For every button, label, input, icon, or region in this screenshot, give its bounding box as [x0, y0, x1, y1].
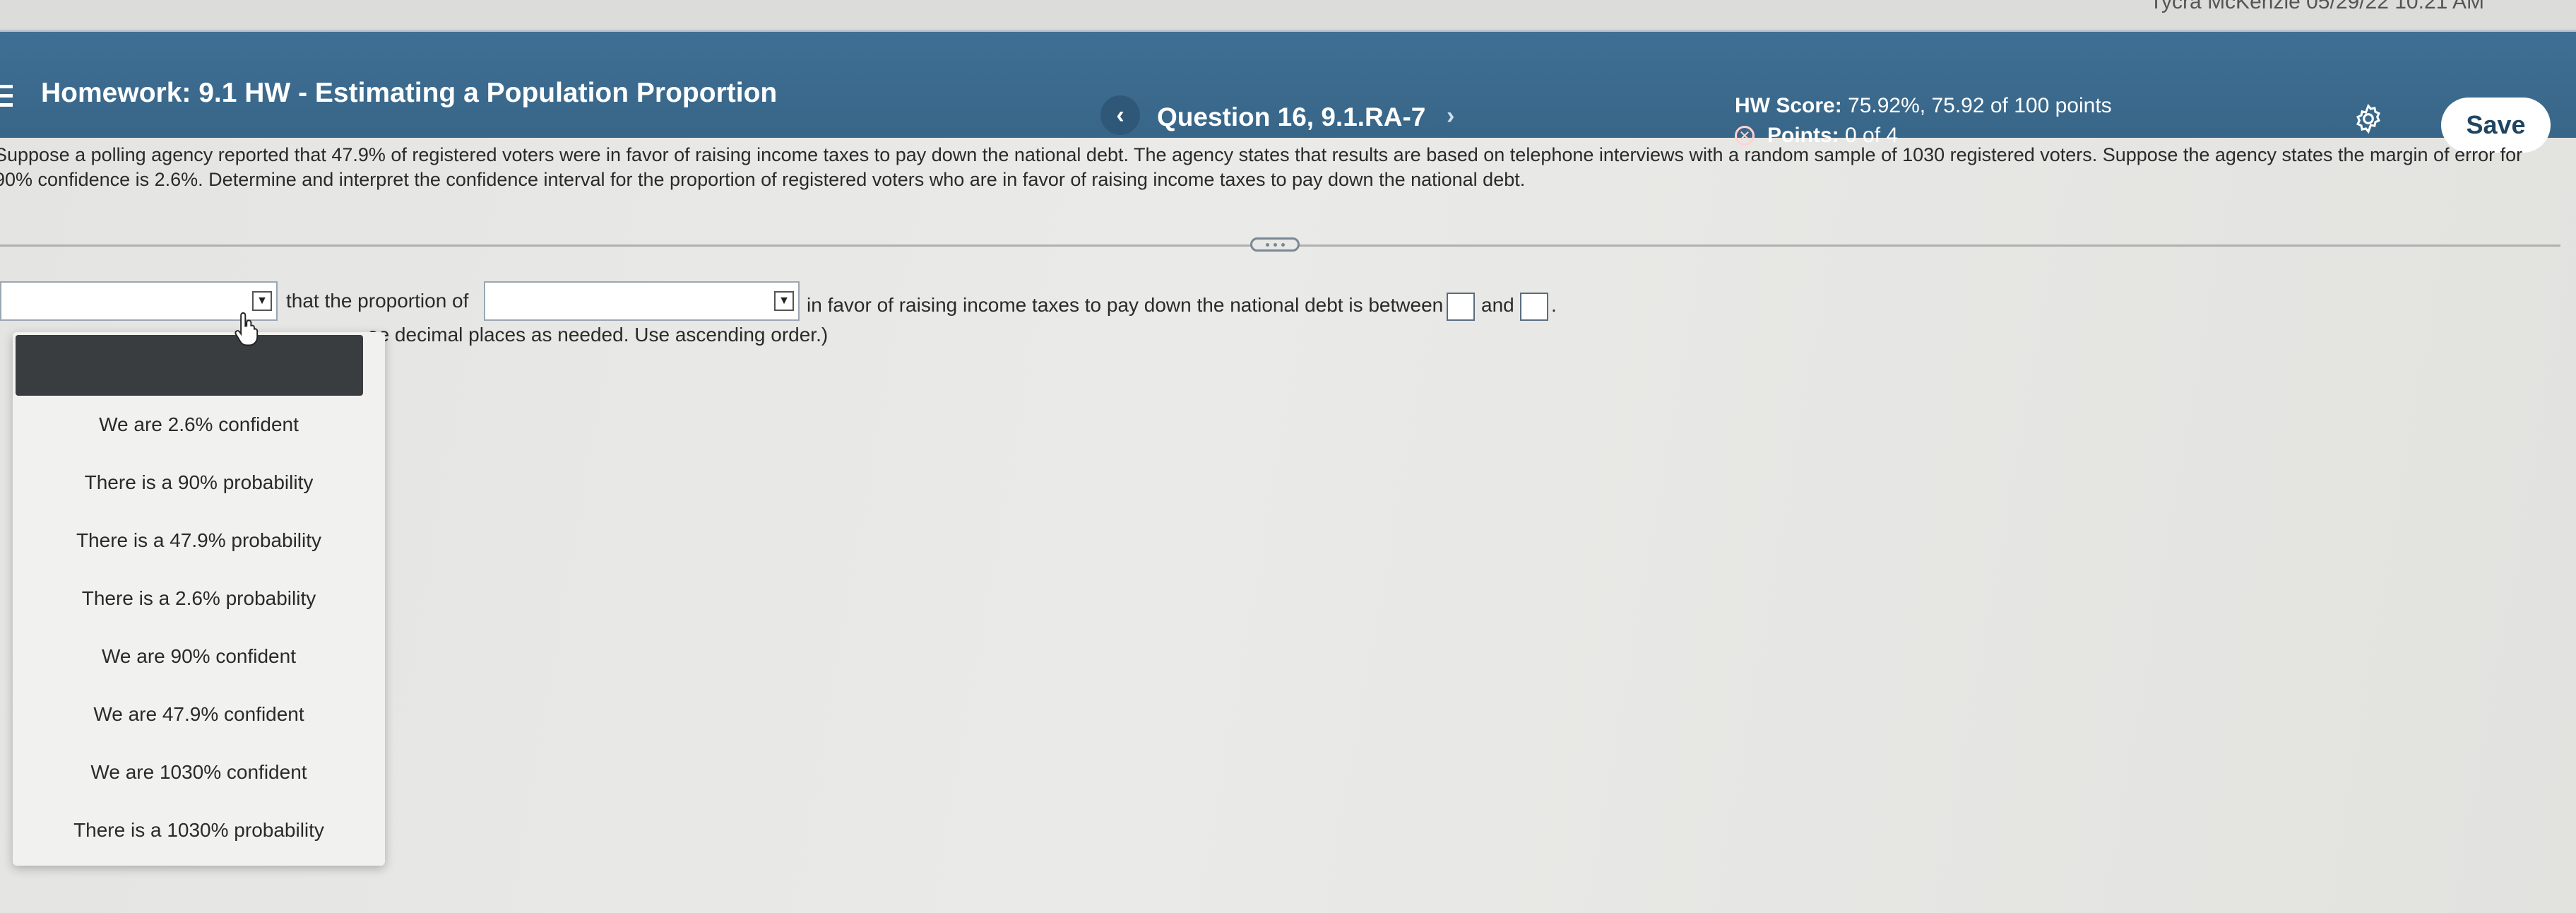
dropdown-arrow-icon: ▼ — [774, 291, 794, 311]
hw-score: HW Score: 75.92%, 75.92 of 100 points — [1735, 94, 2112, 118]
population-select[interactable]: ▼ — [484, 281, 800, 321]
question-text: Suppose a polling agency reported that 4… — [0, 144, 2523, 190]
settings-gear-icon[interactable] — [2352, 102, 2385, 135]
homework-header: Homework: 9.1 HW - Estimating a Populati… — [0, 32, 2576, 153]
dropdown-option[interactable]: There is a 1030% probability — [13, 819, 385, 842]
question-title[interactable]: Question 16, 9.1.RA-7 — [1157, 102, 1425, 132]
and-text: and — [1481, 294, 1514, 316]
hand-cursor-icon — [235, 312, 259, 346]
dropdown-option[interactable]: We are 90% confident — [13, 645, 385, 668]
answer-hint: ee decimal places as needed. Use ascendi… — [367, 324, 829, 346]
dropdown-option[interactable]: There is a 90% probability — [13, 471, 385, 494]
menu-icon[interactable] — [0, 85, 13, 112]
user-meta: Tycra McKenzie 05/29/22 10:21 AM — [2149, 0, 2484, 13]
dropdown-option[interactable]: There is a 47.9% probability — [13, 529, 385, 552]
upper-bound-input[interactable] — [1520, 293, 1548, 321]
lower-bound-input[interactable] — [1447, 293, 1475, 321]
dropdown-option[interactable]: We are 2.6% confident — [13, 413, 385, 436]
browser-top-strip: Tycra McKenzie 05/29/22 10:21 AM — [0, 0, 2576, 32]
dropdown-option[interactable]: We are 47.9% confident — [13, 703, 385, 726]
dropdown-menu: We are 2.6% confident There is a 90% pro… — [13, 332, 385, 866]
homework-title: Homework: 9.1 HW - Estimating a Populati… — [41, 78, 778, 108]
expand-handle[interactable] — [1250, 237, 1300, 252]
dropdown-blank-option[interactable] — [16, 335, 363, 396]
hw-score-label: HW Score: — [1735, 94, 1842, 117]
answer-text-after: in favor of raising income taxes to pay … — [807, 294, 1444, 316]
dropdown-option[interactable]: There is a 2.6% probability — [13, 587, 385, 610]
dropdown-arrow-icon: ▼ — [252, 291, 272, 311]
answer-text-between: that the proportion of — [286, 290, 469, 312]
next-question-button[interactable]: › — [1447, 102, 1454, 130]
period-text: . — [1551, 294, 1557, 316]
dropdown-option[interactable]: We are 1030% confident — [13, 761, 385, 784]
previous-question-button[interactable]: ‹ — [1100, 95, 1140, 135]
hw-score-value: 75.92%, 75.92 of 100 points — [1848, 94, 2112, 117]
